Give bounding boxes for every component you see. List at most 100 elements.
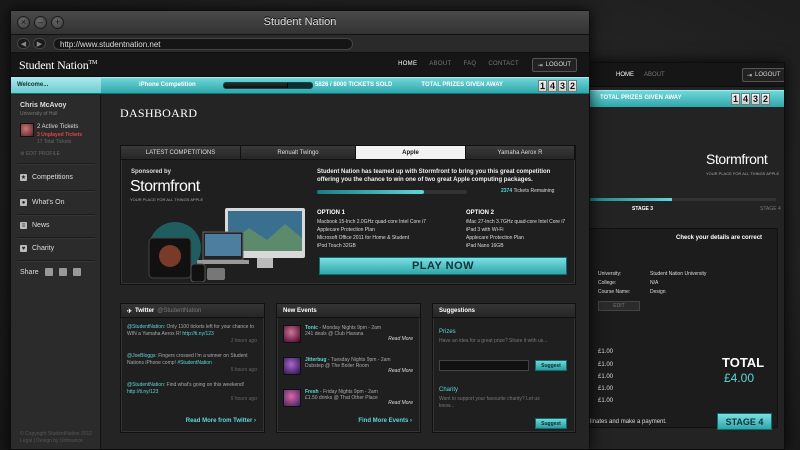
browser-window[interactable]: × – + Student Nation ◀ ▶ http://www.stud… xyxy=(10,10,590,450)
sidebar-item-news[interactable]: ≡ News xyxy=(20,222,50,229)
event-read-more[interactable]: Read More xyxy=(388,336,413,342)
facebook-icon[interactable] xyxy=(44,268,53,276)
option-1-title: OPTION 1 xyxy=(317,210,346,216)
counter-digit: 1 xyxy=(731,93,740,105)
nav-faq[interactable]: FAQ xyxy=(463,61,476,67)
sidebar-item-charity[interactable]: ♥ Charity xyxy=(20,245,54,252)
suggestions-header: Suggestions xyxy=(433,304,575,318)
prizes-heading: Prizes xyxy=(439,329,456,335)
event-text: Jitterbug - Tuesday Nights 9pm - 2am Dubs… xyxy=(305,357,391,369)
tweet: @JoeBloggs: Fingers crossed I'm a winner… xyxy=(127,353,257,374)
logout-label: LOGOUT xyxy=(545,62,571,68)
sidebar-item-label: Charity xyxy=(32,245,55,252)
tweet-time: 5 hours ago xyxy=(230,396,257,402)
prize-suggestion-input[interactable] xyxy=(439,360,529,371)
tickets-remaining-bar xyxy=(317,190,467,194)
tweet-user[interactable]: @StudentNation: xyxy=(127,382,165,388)
option-2: OPTION 2 iMac 27-Inch 3.7GHz quad-core I… xyxy=(466,209,565,250)
option-item: iPad 3 with Wi-Fi xyxy=(466,227,504,233)
tickets-remaining-count: 2374 xyxy=(501,188,513,194)
nav-contact[interactable]: CONTACT xyxy=(488,61,519,67)
suggest-prize-button[interactable]: Suggest xyxy=(535,360,567,371)
location-pin-icon: ● xyxy=(20,199,27,206)
nav-about[interactable]: ABOUT xyxy=(429,61,451,67)
back-prizes-label: TOTAL PRIZES GIVEN AWAY xyxy=(600,95,682,101)
events-header: New Events xyxy=(277,304,420,318)
suggest-charity-button[interactable]: Suggest xyxy=(535,418,567,429)
divider xyxy=(17,214,95,216)
tweet-user[interactable]: @JoeBloggs: xyxy=(127,353,157,359)
read-more-twitter-link[interactable]: Read More from Twitter › xyxy=(186,418,256,424)
window-titlebar[interactable]: × – + Student Nation xyxy=(11,11,589,35)
tweet-user[interactable]: @StudentNation: xyxy=(127,324,165,330)
events-title: New Events xyxy=(283,308,317,314)
imac-stand xyxy=(257,258,273,268)
back-logout-button[interactable]: ⇥ LOGOUT xyxy=(742,68,784,82)
back-edit-button[interactable]: EDIT xyxy=(598,301,640,311)
tab-apple[interactable]: Apple xyxy=(356,146,466,159)
active-tickets[interactable]: 2 Active Tickets xyxy=(37,124,78,130)
ipod xyxy=(207,268,225,280)
competition-description: Student Nation has teamed up with Stormf… xyxy=(317,169,551,183)
tab-yamaha[interactable]: Yamaha Aerox R xyxy=(466,146,575,159)
back-stage-next: STAGE 4 xyxy=(760,206,781,212)
tickets-progress-fill xyxy=(224,83,289,88)
sidebar-item-competitions[interactable]: ★ Competitions xyxy=(20,174,73,181)
back-nav-home[interactable]: HOME xyxy=(616,72,634,78)
sidebar: Chris McAvoy University of Hull 2 Active… xyxy=(11,95,101,449)
back-browser-window[interactable]: HOME ABOUT ⇥ LOGOUT TOTAL PRIZES GIVEN A… xyxy=(585,62,785,450)
unplayed-tickets[interactable]: 3 Unplayed Tickets xyxy=(37,132,82,138)
logout-button[interactable]: ⇥ LOGOUT xyxy=(531,58,577,72)
site-logo[interactable]: Student NationTM xyxy=(19,58,97,73)
back-prize-counter: 1 4 3 2 xyxy=(731,93,770,105)
twitter-handle[interactable]: @StudentNation xyxy=(157,308,201,317)
nav-home[interactable]: HOME xyxy=(398,61,417,67)
footer-links[interactable]: Legal | Design by Unbounce xyxy=(20,438,92,445)
divider xyxy=(17,190,95,192)
tweet-link[interactable]: http://ti.ny/123 xyxy=(127,389,158,395)
counter-digit: 1 xyxy=(538,80,547,92)
back-payment-text: rdinates and make a payment. xyxy=(586,419,667,425)
tab-renualt-twingo[interactable]: Renualt Twingo xyxy=(241,146,356,159)
detail-label: Course Name: xyxy=(598,289,631,295)
price-item: £1.00 xyxy=(598,374,614,380)
event-item[interactable]: Tonic - Monday Nights 9pm - 2am 241 deals… xyxy=(283,325,413,347)
avatar[interactable] xyxy=(20,123,34,137)
twitter-title: Twitter xyxy=(135,308,155,314)
back-arrow-icon[interactable]: ◀ xyxy=(17,38,30,49)
event-read-more[interactable]: Read More xyxy=(388,368,413,374)
competition-label[interactable]: iPhone Competition xyxy=(139,82,196,88)
counter-digit: 3 xyxy=(558,80,567,92)
twitter-icon[interactable] xyxy=(58,268,67,276)
detail-value: Design xyxy=(650,289,666,295)
tweet: @StudentNation: Only 1100 tickets left f… xyxy=(127,324,257,345)
back-sponsor-tagline: YOUR PLACE FOR ALL THINGS APPLE xyxy=(706,171,780,176)
forward-arrow-icon[interactable]: ▶ xyxy=(33,38,46,49)
email-icon[interactable] xyxy=(72,268,81,276)
logo-trademark: TM xyxy=(88,60,98,66)
total-tickets: 17 Total Tickets xyxy=(37,139,72,145)
copyright: © Copyright StudentNation 2012 Legal | D… xyxy=(20,431,92,445)
sidebar-item-whats-on[interactable]: ● What's On xyxy=(20,199,64,206)
counter-digit: 3 xyxy=(751,93,760,105)
tweet-link[interactable]: #StudentNation xyxy=(177,360,211,366)
tweet-time: 5 hours ago xyxy=(230,367,257,373)
edit-profile-link[interactable]: ⚙ EDIT PROFILE xyxy=(20,151,60,157)
event-venue: Dubstep @ The Boiler Room xyxy=(305,363,369,369)
sidebar-item-label: News xyxy=(32,222,50,229)
tweet-link[interactable]: http://ti.ny/123 xyxy=(182,331,213,337)
event-read-more[interactable]: Read More xyxy=(388,400,413,406)
play-now-button[interactable]: PLAY NOW xyxy=(319,257,567,275)
macbook-base xyxy=(197,260,249,264)
find-more-events-link[interactable]: Find More Events › xyxy=(358,418,412,424)
sponsor-logo: Stormfront xyxy=(130,178,200,195)
event-venue: £1.50 drinks @ That Other Place xyxy=(305,395,378,401)
back-nav-about[interactable]: ABOUT xyxy=(644,72,665,78)
event-item[interactable]: Jitterbug - Tuesday Nights 9pm - 2am Dubs… xyxy=(283,357,413,379)
user-name[interactable]: Chris McAvoy xyxy=(20,102,66,109)
price-item: £1.00 xyxy=(598,362,614,368)
event-item[interactable]: Fresh - Friday Nights 9pm - 2am £1.50 dri… xyxy=(283,389,413,411)
url-input[interactable]: http://www.studentnation.net xyxy=(53,37,353,50)
back-stage4-button[interactable]: STAGE 4 xyxy=(717,413,772,430)
sponsor-tagline: YOUR PLACE FOR ALL THINGS APPLE xyxy=(130,197,204,202)
